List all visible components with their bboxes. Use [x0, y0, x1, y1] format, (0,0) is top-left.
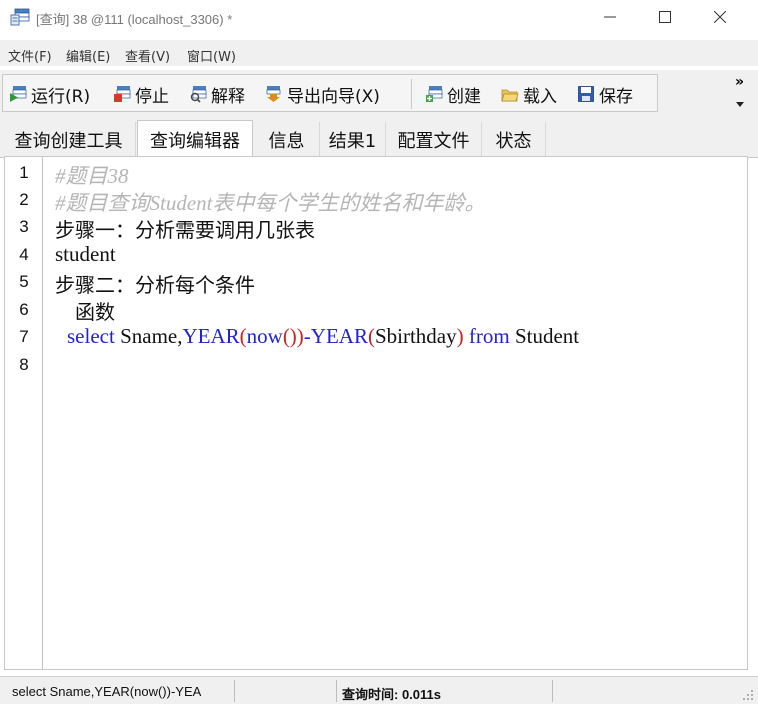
- sql-paren: (: [239, 324, 247, 348]
- line-number: 4: [19, 245, 29, 264]
- save-icon: [578, 86, 594, 102]
- line-number: 7: [19, 327, 29, 346]
- code-line: 步骤二：分析每个条件: [55, 273, 255, 297]
- status-divider: [336, 680, 337, 702]
- export-wizard-button[interactable]: 导出向导(X): [265, 81, 380, 107]
- menu-window[interactable]: 窗口(W): [187, 46, 236, 65]
- maximize-button[interactable]: [639, 0, 691, 34]
- sql-text: Sname,: [114, 324, 183, 348]
- sql-keyword: from: [468, 324, 510, 348]
- line-number: 8: [19, 355, 29, 374]
- status-divider: [234, 680, 235, 702]
- window-title: [查询] 38 @111 (localhost_3306) *: [36, 12, 233, 27]
- close-button[interactable]: [694, 0, 746, 34]
- tab-profile[interactable]: 配置文件: [386, 122, 482, 158]
- stop-label: 停止: [135, 86, 169, 107]
- tab-info[interactable]: 信息: [254, 122, 320, 158]
- sql-text: Student: [509, 324, 580, 348]
- toolbar-area: 运行(R) 停止 解释 导出向导(X) 创建 载入 保存: [0, 70, 758, 118]
- save-button[interactable]: 保存: [577, 81, 633, 107]
- line-number-gutter: 1 2 3 4 5 6 7 8: [5, 157, 43, 669]
- tab-label: 配置文件: [397, 131, 470, 152]
- tab-label: 信息: [268, 131, 305, 152]
- code-line: 步骤一：分析需要调用几张表: [55, 218, 315, 242]
- tab-label: 查询创建工具: [14, 131, 123, 152]
- explain-icon: [190, 86, 207, 103]
- sql-function: YEAR: [310, 324, 368, 348]
- sql-operator: -: [303, 324, 311, 348]
- create-button[interactable]: 创建: [425, 81, 481, 107]
- menu-file[interactable]: 文件(F): [8, 46, 52, 65]
- tab-label: 状态: [495, 131, 532, 152]
- export-label: 导出向导(X): [287, 86, 380, 107]
- status-sql-preview: select Sname,YEAR(now())-YEA: [12, 684, 202, 699]
- sql-paren: (: [367, 324, 375, 348]
- line-number: 5: [19, 272, 29, 291]
- tab-bar: 查询创建工具 查询编辑器 信息 结果1 配置文件 状态: [0, 118, 758, 159]
- query-window-icon: [10, 8, 30, 26]
- run-label: 运行(R): [31, 86, 91, 107]
- sql-function: now: [246, 324, 283, 348]
- menu-view[interactable]: 查看(V): [125, 46, 170, 65]
- line-number: 6: [19, 300, 29, 319]
- tab-query-editor[interactable]: 查询编辑器: [137, 120, 253, 159]
- sql-paren: ()): [282, 324, 304, 348]
- tab-label: 结果1: [328, 131, 377, 152]
- sql-keyword: select: [67, 324, 115, 348]
- create-label: 创建: [447, 86, 481, 107]
- create-icon: [426, 86, 443, 102]
- maximize-icon: [659, 11, 671, 23]
- toolbar-overflow-label: »: [735, 74, 745, 90]
- line-number: 3: [19, 217, 29, 236]
- tab-label: 查询编辑器: [150, 130, 240, 152]
- folder-open-icon: [501, 89, 519, 102]
- code-line-comment: #题目查询Student表中每个学生的姓名和年龄。: [55, 191, 486, 215]
- status-divider: [552, 680, 553, 702]
- status-bar: select Sname,YEAR(now())-YEA 查询时间: 0.011…: [0, 676, 758, 704]
- close-icon: [714, 11, 726, 23]
- stop-icon: [114, 86, 131, 102]
- query-time: 查询时间: 0.011s: [342, 687, 441, 702]
- explain-button[interactable]: 解释: [189, 81, 245, 107]
- sql-text: Sbirthday: [374, 324, 457, 348]
- line-number: 2: [19, 190, 29, 209]
- code-line: student: [55, 242, 116, 266]
- chevron-down-icon: [736, 102, 744, 107]
- code-line-comment: #题目38: [55, 164, 129, 188]
- code-line: 函数: [75, 300, 115, 324]
- code-line-sql: select Sname,YEAR(now())-YEAR(Sbirthday)…: [67, 324, 579, 349]
- export-icon: [266, 86, 281, 102]
- minimize-icon: [604, 16, 616, 18]
- explain-label: 解释: [211, 86, 245, 107]
- load-button[interactable]: 载入: [501, 81, 557, 107]
- run-icon: [10, 86, 27, 102]
- load-label: 载入: [523, 86, 557, 107]
- line-number: 1: [19, 163, 29, 182]
- tab-query-builder[interactable]: 查询创建工具: [2, 122, 136, 158]
- resize-grip-icon[interactable]: [742, 689, 754, 701]
- minimize-button[interactable]: [584, 0, 636, 34]
- save-label: 保存: [599, 86, 633, 107]
- sql-function: YEAR: [182, 324, 240, 348]
- run-button[interactable]: 运行(R): [9, 81, 90, 107]
- sql-paren: ): [456, 324, 464, 348]
- toolbar: 运行(R) 停止 解释 导出向导(X) 创建 载入 保存: [2, 74, 658, 112]
- title-bar: [查询] 38 @111 (localhost_3306) *: [0, 0, 758, 36]
- stop-button[interactable]: 停止: [113, 81, 169, 107]
- toolbar-separator: [411, 79, 412, 109]
- menu-bar: 文件(F) 编辑(E) 查看(V) 窗口(W): [0, 40, 758, 66]
- tab-status[interactable]: 状态: [482, 122, 546, 158]
- sql-editor[interactable]: 1 2 3 4 5 6 7 8 #题目38 #题目查询Student表中每个学生…: [4, 156, 748, 670]
- menu-edit[interactable]: 编辑(E): [66, 46, 110, 65]
- tab-result1[interactable]: 结果1: [320, 122, 386, 158]
- toolbar-overflow-button[interactable]: »: [733, 74, 747, 114]
